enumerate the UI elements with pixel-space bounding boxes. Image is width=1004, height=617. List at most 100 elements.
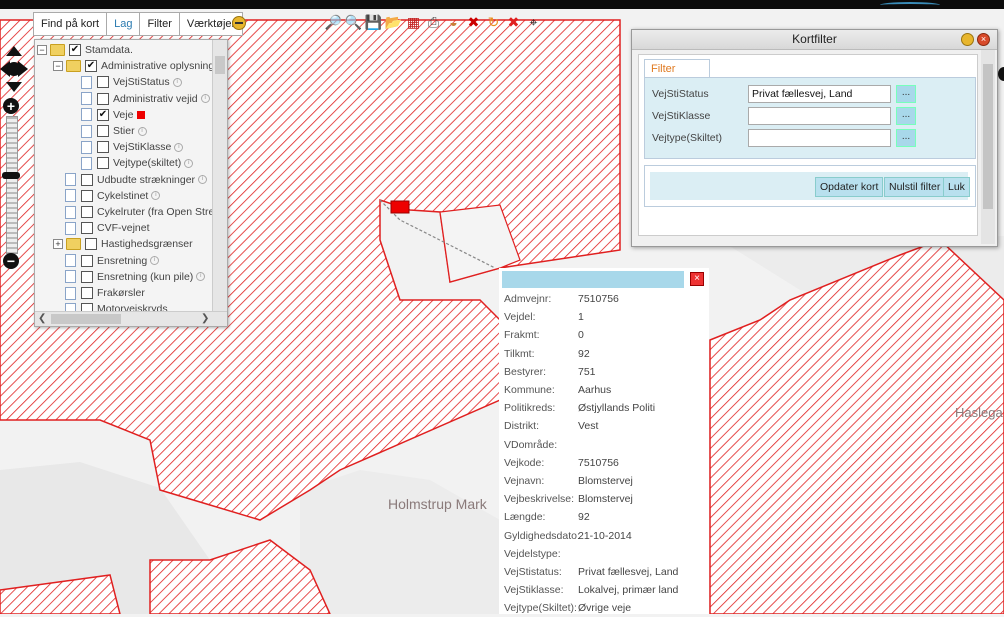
collapse-panel-button[interactable] — [232, 16, 246, 30]
layer-tree: − ✔ Stamdata. − ✔ Administrative oplysninger V… — [35, 40, 212, 312]
attribute-key: Vejkode: — [504, 456, 545, 469]
layer-panel: − ✔ Stamdata. − ✔ Administrative oplysninger V… — [34, 39, 228, 327]
zoom-in-button[interactable]: + — [3, 98, 19, 114]
expand-toggle-icon[interactable]: − — [37, 45, 47, 55]
layer-label: Hastighedsgrænser — [101, 238, 193, 251]
layer-item[interactable]: Udbudte strækninger i — [53, 172, 208, 188]
info-icon[interactable]: i — [198, 175, 208, 185]
layer-item[interactable]: Ensretning (kun pile) i — [53, 269, 206, 285]
layer-checkbox[interactable] — [97, 157, 109, 170]
layer-panel-hscroll[interactable]: ❮ ❯ — [35, 311, 227, 326]
layer-checkbox[interactable] — [81, 222, 93, 235]
layer-item[interactable]: Vejtype(skiltet) i — [69, 155, 194, 171]
layer-item[interactable]: Ensretning i — [53, 253, 160, 269]
layer-checkbox[interactable] — [97, 92, 109, 105]
document-icon — [81, 75, 92, 89]
expand-toggle-icon[interactable]: + — [53, 239, 63, 250]
tab-lag[interactable]: Lag — [107, 13, 141, 35]
filter-fields: VejStiStatus Privat fællesvej, Land ... … — [644, 77, 976, 159]
bug-icon[interactable]: ✖ — [465, 12, 482, 32]
layer-checkbox[interactable] — [81, 270, 93, 283]
vejstistatus-input[interactable]: Privat fællesvej, Land — [748, 85, 891, 103]
info-icon[interactable]: i — [174, 142, 184, 152]
layer-checkbox[interactable] — [81, 173, 93, 186]
zoom-out-button[interactable]: − — [3, 253, 19, 269]
layer-checkbox[interactable]: ✔ — [69, 44, 81, 56]
crosshair-icon[interactable]: ⌖ — [525, 12, 542, 32]
close-filter-button[interactable]: Luk — [943, 177, 970, 197]
kortfilter-scrollbar[interactable] — [981, 50, 995, 244]
reset-filter-button[interactable]: Nulstil filter — [884, 177, 946, 197]
filter-actions: Opdater kort Nulstil filter Luk — [644, 165, 976, 207]
vejstiklasse-picker-button[interactable]: ... — [896, 107, 916, 125]
info-icon[interactable]: i — [137, 126, 147, 136]
layer-checkbox[interactable]: ✔ — [85, 60, 97, 73]
refresh-icon[interactable]: ↻ — [485, 12, 502, 32]
vejtype-picker-button[interactable]: ... — [896, 129, 916, 147]
delete-icon[interactable]: ✖ — [505, 12, 522, 32]
info-icon[interactable]: i — [150, 256, 160, 266]
attribute-row: Bestyrer: 751 — [504, 363, 596, 381]
save-icon[interactable]: 💾 — [365, 12, 382, 32]
layer-item[interactable]: + Hastighedsgrænser — [53, 236, 193, 252]
layer-item[interactable]: ✔ Veje — [69, 107, 146, 123]
zoom-out-icon[interactable]: 🔍 — [345, 12, 362, 32]
tab-find-paa-kort[interactable]: Find på kort — [34, 13, 108, 35]
layer-item[interactable]: Cykelruter (fra Open Stre — [53, 204, 212, 220]
layer-checkbox[interactable] — [81, 189, 93, 202]
layer-item[interactable]: Cykelstinet i — [53, 188, 161, 204]
layer-panel-vscroll[interactable] — [212, 40, 227, 312]
zoom-slider-handle[interactable] — [2, 172, 20, 179]
layer-checkbox[interactable] — [85, 238, 97, 251]
info-icon[interactable]: i — [172, 77, 182, 87]
document-icon — [65, 270, 76, 284]
layer-item[interactable]: Frakørsler — [53, 285, 145, 301]
open-folder-icon[interactable]: 📂 — [385, 12, 402, 32]
close-icon[interactable]: × — [977, 33, 990, 46]
layer-checkbox[interactable] — [81, 254, 93, 267]
layer-checkbox[interactable]: ✔ — [97, 108, 109, 121]
edge-control-icon[interactable] — [998, 67, 1004, 81]
vejtype-input[interactable] — [748, 129, 891, 147]
pan-control[interactable] — [0, 46, 28, 92]
vejstiklasse-input[interactable] — [748, 107, 891, 125]
expand-toggle-icon[interactable]: − — [53, 61, 63, 72]
attribute-key: Admvejnr: — [504, 293, 552, 305]
feature-info-popup: × Admvejnr: 7510756 Vejdel: 1 Frakmt: 0 Tilkmt… — [499, 268, 709, 614]
kortfilter-title[interactable]: Kortfilter — [632, 30, 997, 50]
layer-checkbox[interactable] — [97, 141, 109, 154]
info-icon[interactable]: i — [196, 272, 206, 282]
layer-label: Udbudte strækninger — [97, 173, 196, 186]
attribute-row: VDområde: — [504, 436, 578, 454]
update-map-button[interactable]: Opdater kort — [815, 177, 884, 197]
vejstistatus-picker-button[interactable]: ... — [896, 85, 916, 103]
info-icon[interactable]: i — [151, 191, 161, 201]
attribute-key: VDområde: — [504, 438, 558, 451]
layer-item[interactable]: − ✔ Stamdata. — [37, 42, 133, 58]
kortfilter-dialog: Kortfilter × Filter VejStiStatus Privat … — [631, 29, 998, 247]
layer-item[interactable]: − ✔ Administrative oplysninger — [53, 58, 212, 74]
info-icon[interactable]: i — [184, 158, 194, 168]
layer-checkbox[interactable] — [97, 125, 109, 137]
attribute-value: Blomstervej — [578, 475, 633, 487]
zoom-in-icon[interactable]: 🔎 — [325, 12, 342, 32]
info-icon[interactable]: i — [200, 94, 210, 104]
top-bar — [0, 0, 1004, 9]
layer-item[interactable]: CVF-vejnet — [53, 220, 150, 236]
tab-filter-dialog[interactable]: Filter — [644, 59, 710, 78]
minimize-icon[interactable] — [961, 33, 974, 46]
layer-item[interactable]: VejStiStatus i — [69, 74, 182, 90]
layer-item[interactable]: Stier i — [69, 123, 147, 139]
layer-checkbox[interactable] — [97, 76, 109, 89]
layer-item[interactable]: VejStiKlasse i — [69, 139, 184, 155]
palette-icon[interactable]: ◒ — [445, 12, 462, 32]
zoom-slider-track[interactable] — [6, 116, 18, 254]
grid-icon[interactable]: ▦ — [405, 12, 422, 32]
layer-checkbox[interactable] — [81, 206, 93, 218]
tab-filter[interactable]: Filter — [140, 13, 180, 35]
layer-checkbox[interactable] — [81, 287, 93, 299]
document-icon — [65, 173, 76, 187]
print-icon[interactable]: ⎙ — [425, 12, 442, 32]
layer-item[interactable]: Administrativ vejid i — [69, 91, 210, 107]
close-icon[interactable]: × — [690, 272, 704, 286]
